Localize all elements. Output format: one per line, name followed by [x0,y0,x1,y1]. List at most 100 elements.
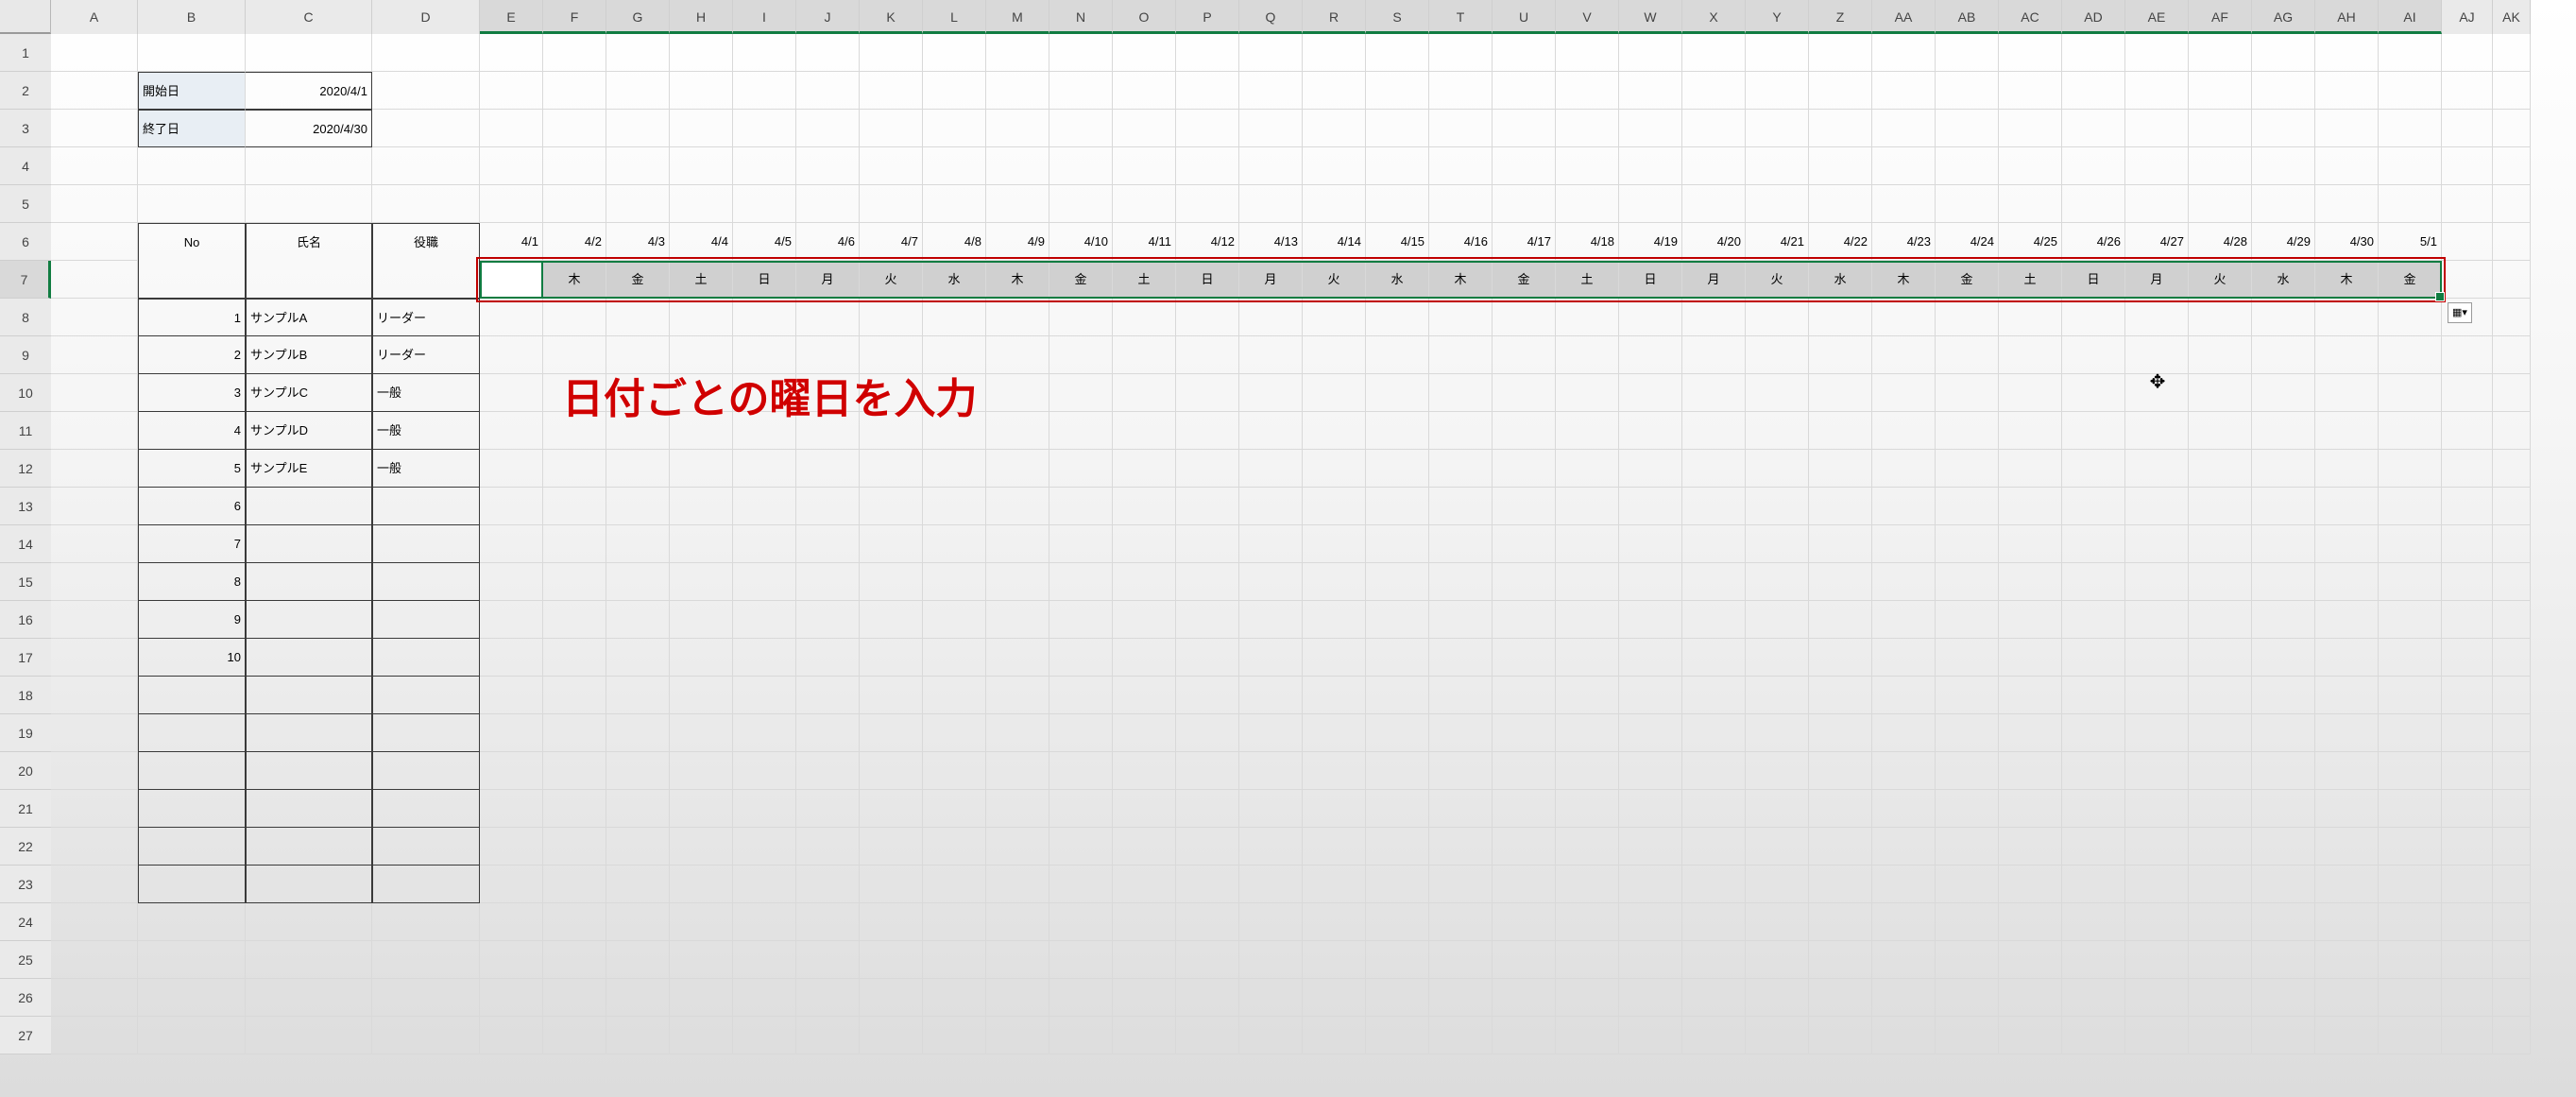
cell-AG23[interactable] [2252,866,2315,903]
cell-C20[interactable] [246,752,372,790]
cell-L17[interactable] [923,639,986,677]
cell-D11[interactable]: 一般 [372,412,480,450]
cell-Z12[interactable] [1809,450,1872,488]
cell-X15[interactable] [1682,563,1746,601]
cell-V4[interactable] [1556,147,1619,185]
cell-S13[interactable] [1366,488,1429,525]
cell-E15[interactable] [480,563,543,601]
cell-U9[interactable] [1493,336,1556,374]
cell-B2[interactable]: 開始日 [138,72,246,110]
cell-D15[interactable] [372,563,480,601]
cell-S5[interactable] [1366,185,1429,223]
cell-F8[interactable] [543,299,606,336]
cell-S12[interactable] [1366,450,1429,488]
cell-N2[interactable] [1049,72,1113,110]
row-header-6[interactable]: 6 [0,223,51,261]
cell-Q14[interactable] [1239,525,1303,563]
cell-G10[interactable] [606,374,670,412]
cell-U8[interactable] [1493,299,1556,336]
cell-E5[interactable] [480,185,543,223]
cell-Q3[interactable] [1239,110,1303,147]
cell-Y5[interactable] [1746,185,1809,223]
cell-B18[interactable] [138,677,246,714]
col-header-P[interactable]: P [1176,0,1239,34]
cell-AB8[interactable] [1936,299,1999,336]
cell-A8[interactable] [51,299,138,336]
cell-J17[interactable] [796,639,860,677]
cell-X6[interactable]: 4/20 [1682,223,1746,261]
cell-D27[interactable] [372,1017,480,1054]
cell-X23[interactable] [1682,866,1746,903]
cell-H13[interactable] [670,488,733,525]
cell-M18[interactable] [986,677,1049,714]
cell-W19[interactable] [1619,714,1682,752]
cell-E24[interactable] [480,903,543,941]
cell-X25[interactable] [1682,941,1746,979]
cell-O14[interactable] [1113,525,1176,563]
cell-Z2[interactable] [1809,72,1872,110]
cell-U4[interactable] [1493,147,1556,185]
cell-H11[interactable] [670,412,733,450]
cell-V10[interactable] [1556,374,1619,412]
cell-Q9[interactable] [1239,336,1303,374]
row-header-1[interactable]: 1 [0,34,51,72]
cell-AA1[interactable] [1872,34,1936,72]
cell-N20[interactable] [1049,752,1113,790]
cell-AA19[interactable] [1872,714,1936,752]
cell-AH3[interactable] [2315,110,2379,147]
cell-B7[interactable] [138,261,246,299]
cell-L9[interactable] [923,336,986,374]
cell-T10[interactable] [1429,374,1493,412]
cell-X11[interactable] [1682,412,1746,450]
cell-S20[interactable] [1366,752,1429,790]
cell-T14[interactable] [1429,525,1493,563]
cell-AE1[interactable] [2125,34,2189,72]
cell-AI3[interactable] [2379,110,2442,147]
cell-AD15[interactable] [2062,563,2125,601]
cell-A7[interactable] [51,261,138,299]
cell-AK9[interactable] [2493,336,2531,374]
cell-AE6[interactable]: 4/27 [2125,223,2189,261]
cell-S23[interactable] [1366,866,1429,903]
cell-I20[interactable] [733,752,796,790]
cell-F9[interactable] [543,336,606,374]
cell-R21[interactable] [1303,790,1366,828]
cell-AE17[interactable] [2125,639,2189,677]
cell-AI12[interactable] [2379,450,2442,488]
cell-Q5[interactable] [1239,185,1303,223]
cell-AB15[interactable] [1936,563,1999,601]
cell-AK24[interactable] [2493,903,2531,941]
cell-B17[interactable]: 10 [138,639,246,677]
cell-D21[interactable] [372,790,480,828]
cell-AG7[interactable]: 水 [2252,261,2315,299]
cell-U6[interactable]: 4/17 [1493,223,1556,261]
row-headers[interactable]: 1234567891011121314151617181920212223242… [0,34,51,1054]
cell-K13[interactable] [860,488,923,525]
cell-G20[interactable] [606,752,670,790]
cell-J23[interactable] [796,866,860,903]
cell-G7[interactable]: 金 [606,261,670,299]
cell-AB4[interactable] [1936,147,1999,185]
cell-AH14[interactable] [2315,525,2379,563]
cell-C9[interactable]: サンプルB [246,336,372,374]
cell-P10[interactable] [1176,374,1239,412]
cell-U19[interactable] [1493,714,1556,752]
cell-O19[interactable] [1113,714,1176,752]
cell-Z11[interactable] [1809,412,1872,450]
cell-AI14[interactable] [2379,525,2442,563]
cell-AK26[interactable] [2493,979,2531,1017]
cell-C10[interactable]: サンプルC [246,374,372,412]
cell-AC5[interactable] [1999,185,2062,223]
cell-R6[interactable]: 4/14 [1303,223,1366,261]
cell-U15[interactable] [1493,563,1556,601]
cell-U1[interactable] [1493,34,1556,72]
cell-I3[interactable] [733,110,796,147]
cell-F4[interactable] [543,147,606,185]
cell-AC3[interactable] [1999,110,2062,147]
cell-W12[interactable] [1619,450,1682,488]
cell-O9[interactable] [1113,336,1176,374]
cell-N16[interactable] [1049,601,1113,639]
cell-T13[interactable] [1429,488,1493,525]
cell-K15[interactable] [860,563,923,601]
cell-P26[interactable] [1176,979,1239,1017]
